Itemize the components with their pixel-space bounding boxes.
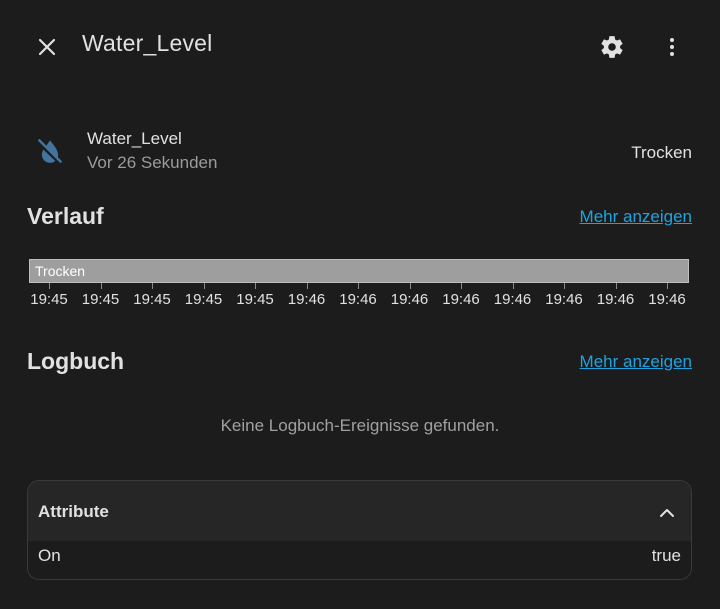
logbook-empty-message: Keine Logbuch-Ereignisse gefunden. — [220, 416, 500, 435]
history-tick — [564, 283, 565, 289]
logbook-title: Logbuch — [27, 348, 125, 374]
history-bar-label: Trocken — [35, 263, 86, 279]
dots-vertical-icon — [670, 38, 674, 56]
attribute-key: On — [38, 546, 61, 565]
entity-state: Trocken — [631, 143, 692, 162]
entity-last-changed: Vor 26 Sekunden — [87, 153, 218, 172]
history-tick — [615, 283, 617, 289]
history-tick — [203, 283, 205, 289]
history-chart: Trocken 19:45 19:45 19:45 19:45 19:45 19:46 19… — [29, 259, 691, 315]
attributes-title: Attribute — [38, 502, 109, 521]
close-button[interactable] — [27, 27, 67, 67]
more-info-dialog: Water_Level Water_Level Vor 26 Sekunden … — [0, 0, 720, 609]
history-tick — [152, 283, 153, 289]
history-tick-label: 19:45 — [236, 291, 274, 308]
history-tick — [306, 283, 308, 289]
logbook-more-link[interactable]: Mehr anzeigen — [580, 352, 692, 372]
history-tick-label: 19:46 — [596, 291, 635, 308]
attribute-value: true — [651, 546, 681, 565]
gear-icon — [601, 36, 623, 58]
attributes-panel: Attribute On true — [27, 480, 692, 580]
history-tick-label: 19:46 — [648, 291, 686, 308]
dialog-header: Water_Level — [0, 0, 720, 92]
history-tick — [100, 283, 102, 289]
history-tick-label: 19:46 — [390, 291, 429, 308]
history-tick — [409, 283, 411, 289]
history-tick-label: 19:45 — [184, 291, 223, 308]
history-tick-label: 19:46 — [339, 291, 377, 308]
history-tick-label: 19:46 — [287, 291, 326, 308]
history-tick — [667, 283, 668, 289]
chevron-up-icon[interactable] — [655, 501, 679, 525]
history-tick-label: 19:46 — [545, 291, 583, 308]
history-tick-label: 19:45 — [30, 291, 68, 308]
history-tick-label: 19:45 — [81, 291, 120, 308]
history-tick — [461, 283, 462, 289]
history-tick — [255, 283, 256, 289]
entity-row: Water_Level Vor 26 Sekunden Trocken — [27, 122, 692, 178]
dialog-title: Water_Level — [82, 30, 213, 56]
history-tick-label: 19:46 — [442, 291, 480, 308]
settings-button[interactable] — [592, 27, 632, 67]
attribute-row: On true — [28, 541, 691, 579]
water-off-icon — [38, 139, 62, 163]
history-tick — [49, 283, 50, 289]
attributes-header[interactable]: Attribute — [28, 481, 691, 541]
history-tick — [512, 283, 514, 289]
overflow-menu-button[interactable] — [652, 27, 692, 67]
history-title: Verlauf — [27, 203, 104, 229]
close-icon — [38, 38, 56, 56]
history-timeline-bar[interactable]: Trocken — [29, 259, 689, 283]
history-tick-label: 19:45 — [133, 291, 171, 308]
entity-name: Water_Level — [87, 129, 182, 148]
history-more-link[interactable]: Mehr anzeigen — [580, 207, 692, 227]
history-tick-label: 19:46 — [493, 291, 532, 308]
history-tick — [358, 283, 359, 289]
